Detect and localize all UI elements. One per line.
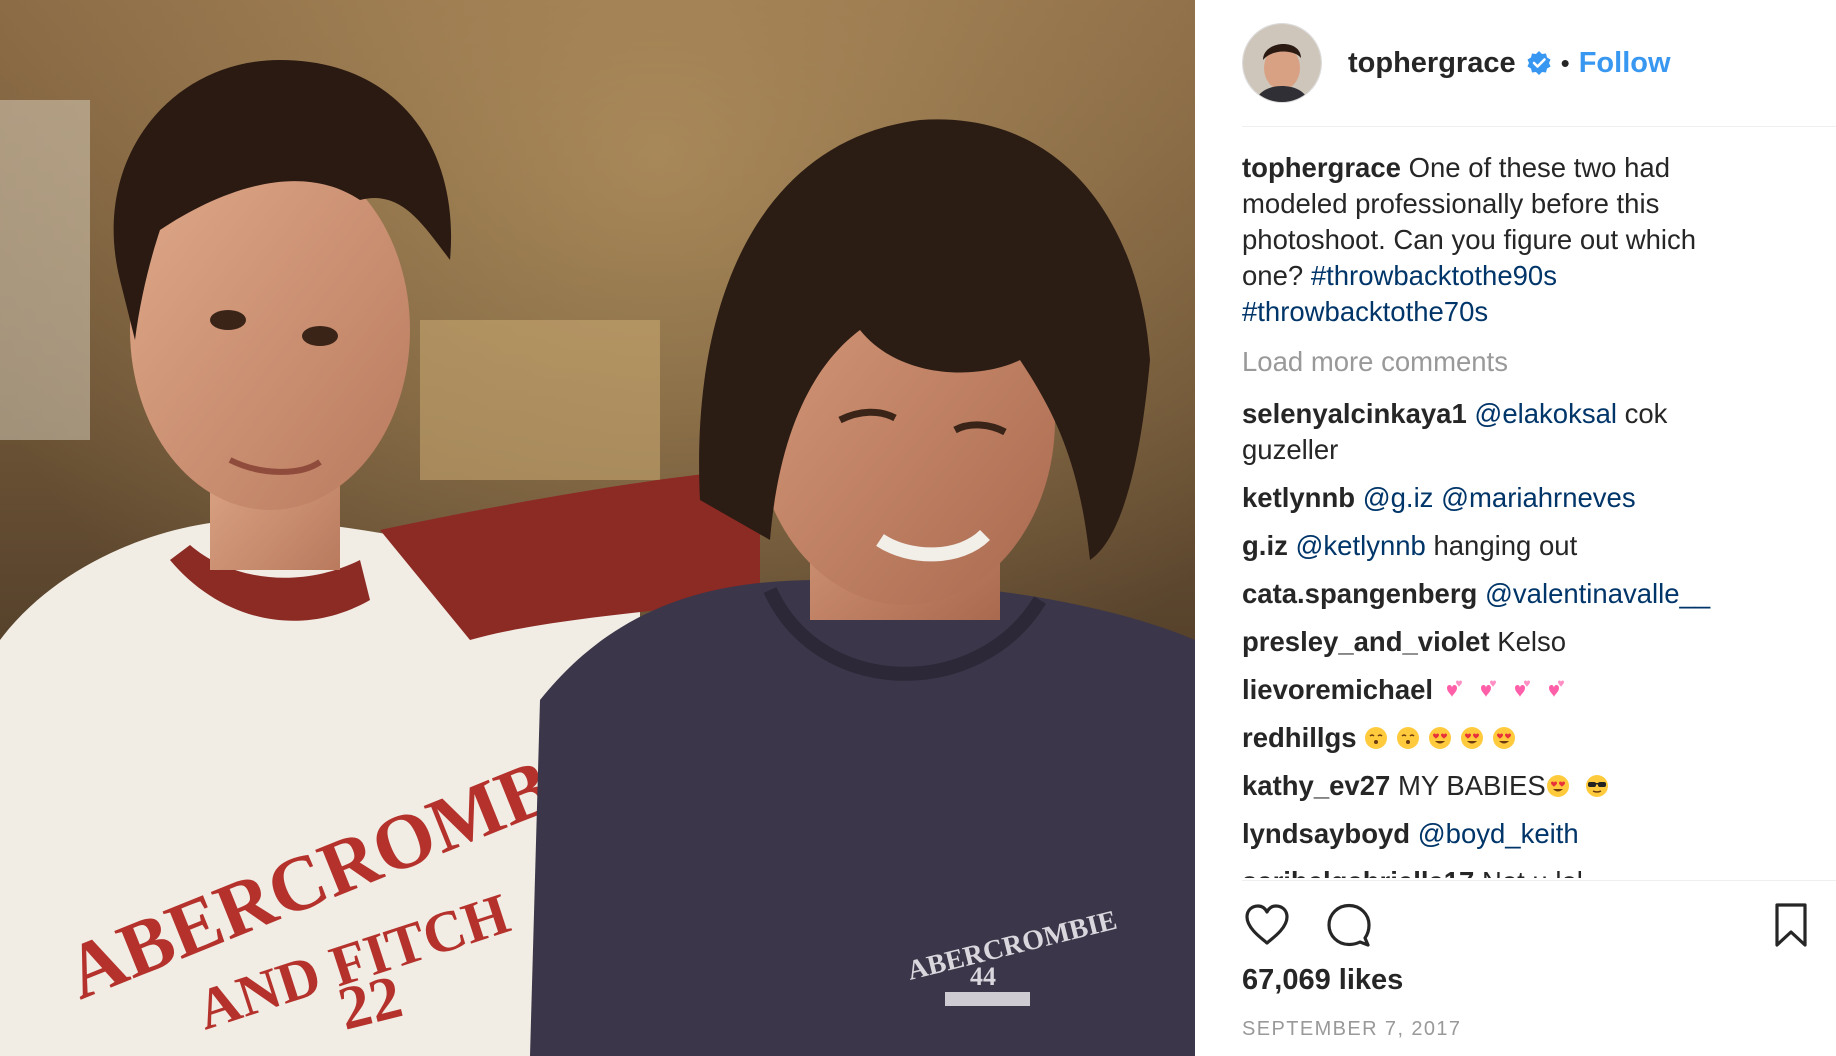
comment-username[interactable]: g.iz (1242, 530, 1288, 561)
comment-username[interactable]: redhillgs (1242, 722, 1357, 753)
post-caption: tophergrace One of these two had modeled… (1242, 150, 1762, 330)
comment-text: Not u lol (1474, 866, 1583, 878)
comment-item: ketlynnb @g.iz @mariahrneves (1242, 480, 1762, 516)
right-person-shirt (530, 580, 1195, 1056)
two-hearts-emoji-icon (1548, 680, 1564, 697)
kissing-face-emoji-icon (1397, 727, 1420, 749)
comment-username[interactable]: ketlynnb (1242, 482, 1355, 513)
comment-item: cata.spangenberg @valentinavalle__ (1242, 576, 1762, 612)
heart-eyes-emoji-icon (1546, 775, 1569, 797)
comment-username[interactable]: kathy_ev27 (1242, 770, 1390, 801)
comments-list[interactable]: tophergrace One of these two had modeled… (1242, 150, 1762, 878)
comment-item: lievoremichael (1242, 672, 1762, 708)
comment-mention[interactable]: @valentinavalle__ (1485, 578, 1710, 609)
two-hearts-emoji-icon (1446, 680, 1462, 697)
sunglasses-face-emoji-icon (1586, 775, 1609, 797)
comment-mention[interactable]: @elakoksal (1474, 398, 1617, 429)
load-more-comments-button[interactable]: Load more comments (1242, 344, 1762, 380)
comment-item: selenyalcinkaya1 @elakoksal cok guzeller (1242, 396, 1762, 468)
background-wall (0, 100, 90, 440)
photo-illustration: ABERCROMBIE AND FITCH 22 ABERCROMBIE 44 (0, 0, 1195, 1056)
comment-mention[interactable]: @ketlynnb (1295, 530, 1425, 561)
comment-username[interactable]: presley_and_violet (1242, 626, 1490, 657)
comment-item: redhillgs (1242, 720, 1762, 756)
post-details-panel: tophergrace • Follow tophergrace One of … (1195, 0, 1836, 1056)
kissing-face-emoji-icon (1365, 727, 1388, 749)
comment-mention[interactable]: @g.iz (1363, 482, 1434, 513)
background-window (420, 320, 660, 480)
right-shirt-print-line: 44 (970, 962, 996, 991)
follow-button[interactable]: Follow (1579, 47, 1671, 80)
right-shirt-print-bar (945, 992, 1030, 1006)
post-header: tophergrace • Follow (1242, 12, 1816, 114)
comment-item: presley_and_violet Kelso (1242, 624, 1762, 660)
comment-username[interactable]: saribelgabriella17 (1242, 866, 1474, 878)
comment-text: MY BABIES (1390, 770, 1546, 801)
comment-mention[interactable]: @boyd_keith (1418, 818, 1579, 849)
left-person-eye-left (210, 310, 246, 330)
hashtag-link[interactable]: #throwbacktothe70s (1242, 296, 1488, 327)
comment-username[interactable]: selenyalcinkaya1 (1242, 398, 1467, 429)
comment-icon[interactable] (1324, 900, 1374, 950)
two-hearts-emoji-icon (1514, 680, 1530, 697)
two-hearts-emoji-icon (1480, 680, 1496, 697)
post-date[interactable]: SEPTEMBER 7, 2017 (1242, 1018, 1461, 1041)
header-divider (1242, 126, 1836, 127)
bookmark-icon[interactable] (1766, 900, 1816, 950)
verified-badge-icon (1527, 51, 1551, 75)
comment-username[interactable]: lievoremichael (1242, 674, 1433, 705)
post-actions (1242, 900, 1816, 956)
header-separator-dot: • (1560, 47, 1570, 78)
heart-eyes-emoji-icon (1461, 727, 1484, 749)
comment-text: Kelso (1489, 626, 1567, 657)
hashtag-link[interactable]: #throwbacktothe90s (1311, 260, 1557, 291)
likes-count[interactable]: 67,069 likes (1242, 964, 1403, 997)
comment-item: lyndsayboyd @boyd_keith (1242, 816, 1762, 852)
heart-icon[interactable] (1242, 900, 1292, 950)
comment-mention[interactable]: @mariahrneves (1441, 482, 1636, 513)
comment-username[interactable]: lyndsayboyd (1242, 818, 1410, 849)
comment-username[interactable]: cata.spangenberg (1242, 578, 1477, 609)
post-photo[interactable]: ABERCROMBIE AND FITCH 22 ABERCROMBIE 44 (0, 0, 1195, 1056)
heart-eyes-emoji-icon (1429, 727, 1452, 749)
left-person-eye-right (302, 326, 338, 346)
header-username[interactable]: tophergrace (1348, 47, 1516, 80)
caption-username[interactable]: tophergrace (1242, 152, 1401, 183)
avatar[interactable] (1242, 23, 1322, 103)
comment-item: kathy_ev27 MY BABIES (1242, 768, 1762, 804)
actions-divider (1242, 880, 1836, 881)
comment-item: g.iz @ketlynnb hanging out (1242, 528, 1762, 564)
heart-eyes-emoji-icon (1493, 727, 1516, 749)
avatar-image (1243, 24, 1321, 102)
comment-text: hanging out (1425, 530, 1578, 561)
comment-item: saribelgabriella17 Not u lol (1242, 864, 1762, 878)
